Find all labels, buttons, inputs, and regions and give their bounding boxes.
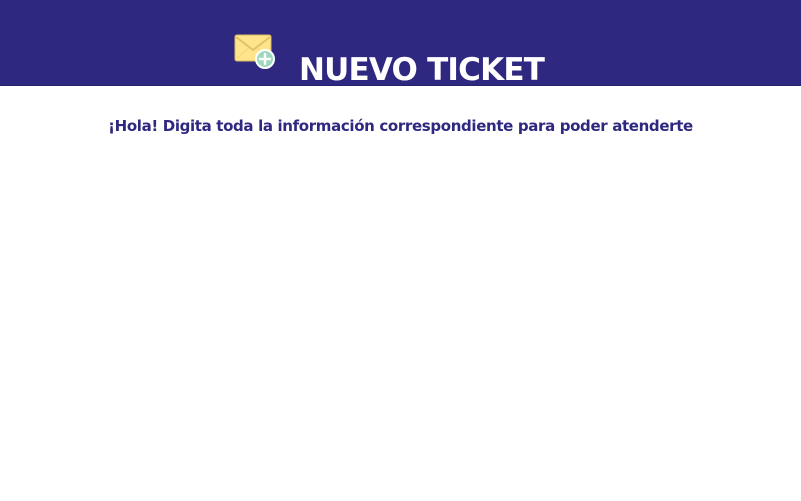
page-title: NUEVO TICKET — [299, 51, 545, 88]
ticket-form-area — [0, 130, 801, 501]
page-header: NUEVO TICKET — [0, 0, 801, 88]
new-mail-icon — [234, 34, 276, 70]
